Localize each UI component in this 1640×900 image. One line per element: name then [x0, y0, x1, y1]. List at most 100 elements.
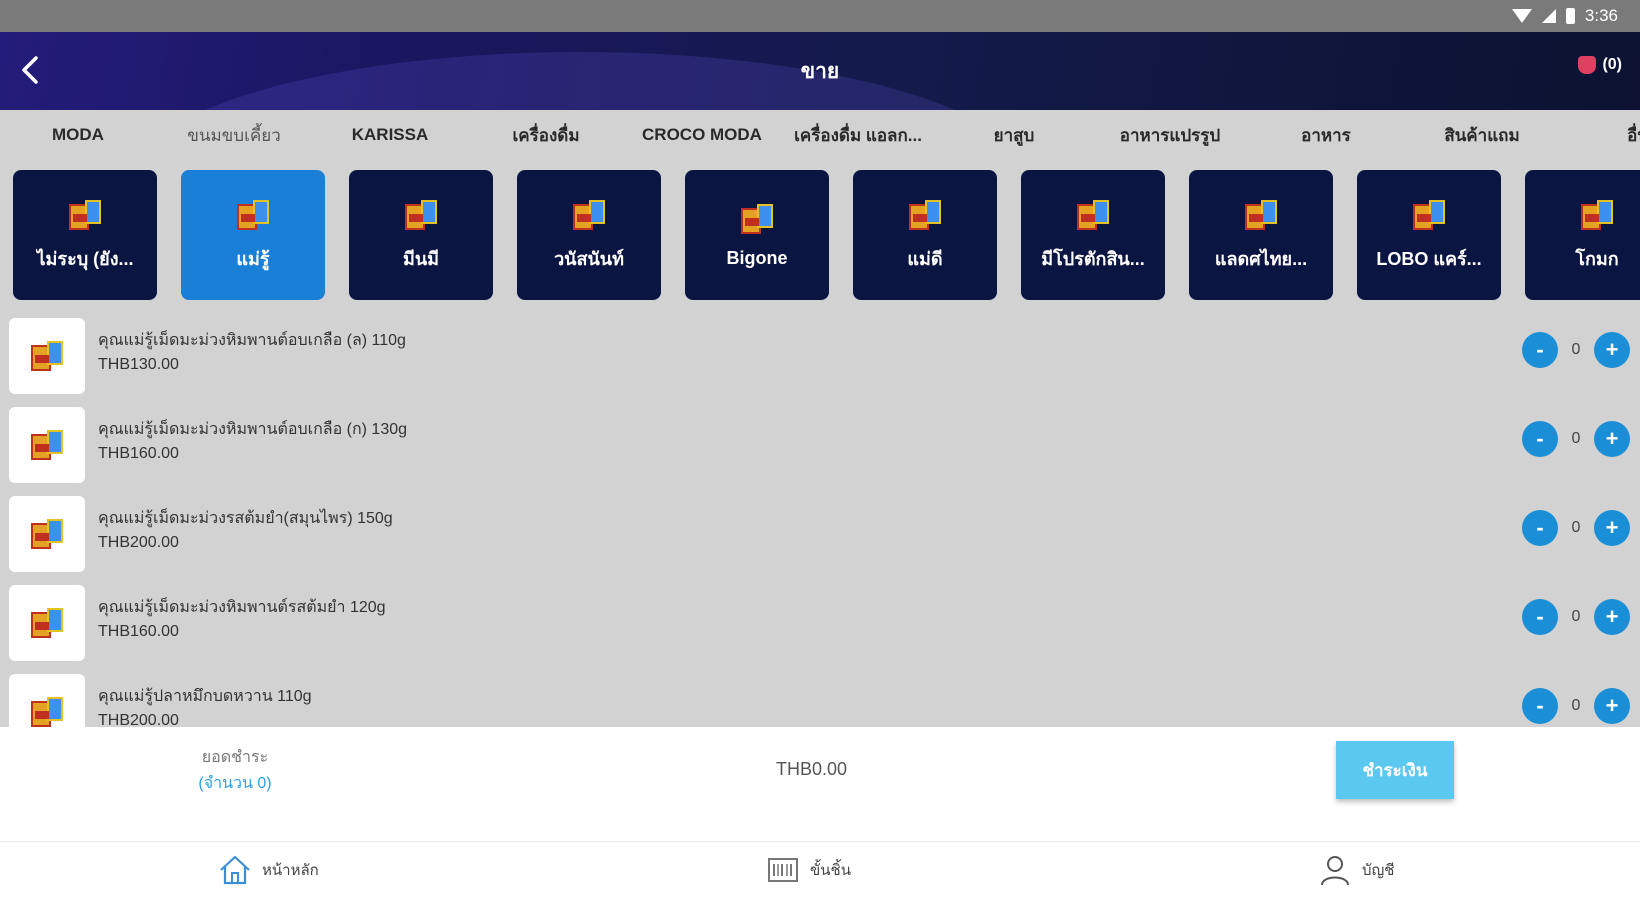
home-icon [220, 855, 250, 885]
tab-croco-moda[interactable]: CROCO MODA [624, 125, 780, 145]
product-image [9, 585, 85, 661]
brand-logo-icon [1411, 198, 1447, 232]
brand-name: วนัสนันท์ [554, 248, 624, 269]
increase-button[interactable]: + [1594, 688, 1630, 724]
page-title: ขาย [800, 59, 840, 83]
decrease-button[interactable]: - [1522, 332, 1558, 368]
status-time: 3:36 [1584, 6, 1618, 25]
quantity-stepper: - 0 + [1522, 510, 1630, 546]
decrease-button[interactable]: - [1522, 421, 1558, 457]
product-image [9, 674, 85, 727]
increase-button[interactable]: + [1594, 510, 1630, 546]
product-list: คุณแม่รู้เม็ดมะม่วงหิมพานต์อบเกลือ (ล) 1… [0, 310, 1640, 727]
quantity-value: 0 [1571, 341, 1581, 358]
brand-logo-icon [1243, 198, 1279, 232]
tab-karissa[interactable]: KARISSA [312, 125, 468, 145]
increase-button[interactable]: + [1594, 599, 1630, 635]
status-bar: 3:36 [0, 0, 1640, 32]
product-row[interactable]: คุณแม่รู้เม็ดมะม่วงหิมพานต์อบเกลือ (ก) 1… [0, 399, 1640, 488]
tab-drinks[interactable]: เครื่องดื่ม [468, 122, 624, 149]
decrease-button[interactable]: - [1522, 599, 1558, 635]
increase-button[interactable]: + [1594, 421, 1630, 457]
product-price: THB200.00 [98, 534, 179, 551]
quantity-stepper: - 0 + [1522, 332, 1630, 368]
bottom-nav: หน้าหลัก ขั้นชิ้น บัญชี [0, 843, 1640, 900]
signal-icon [1541, 9, 1556, 23]
nav-account[interactable]: บัญชี [1318, 853, 1394, 887]
brand-logo-icon [235, 198, 271, 232]
quantity-value: 0 [1571, 697, 1581, 714]
brand-name: ไม่ระบุ (ยัง... [36, 248, 134, 269]
decrease-button[interactable]: - [1522, 510, 1558, 546]
brand-name: โกมก [1575, 248, 1619, 269]
tab-tobacco[interactable]: ยาสูบ [936, 122, 1092, 149]
product-row[interactable]: คุณแม่รู้เม็ดมะม่วงหิมพานต์รสต้มยำ 120g … [0, 577, 1640, 666]
brand-name: LOBO แคร์... [1376, 248, 1482, 269]
brand-name: มีนมี [402, 248, 440, 269]
quantity-stepper: - 0 + [1522, 688, 1630, 724]
brand-card[interactable]: แม่ดี [853, 170, 997, 300]
brand-logo-icon [571, 198, 607, 232]
tab-alcohol[interactable]: เครื่องดื่ม แอลก... [780, 122, 936, 149]
total-amount: THB0.00 [776, 759, 848, 779]
nav-register[interactable]: ขั้นชิ้น [766, 853, 851, 887]
product-price: THB160.00 [98, 445, 179, 462]
nav-home[interactable]: หน้าหลัก [218, 853, 319, 887]
brand-card[interactable]: แลดศไทย... [1189, 170, 1333, 300]
brand-card[interactable]: ไม่ระบุ (ยัง... [13, 170, 157, 300]
product-logo-icon [29, 606, 65, 640]
product-logo-icon [29, 695, 65, 727]
total-label: ยอดชำระ [201, 749, 269, 766]
product-price: THB160.00 [98, 623, 179, 640]
product-name: คุณแม่รู้เม็ดมะม่วงหิมพานต์รสต้มยำ 120g [98, 599, 386, 616]
tab-snacks[interactable]: ขนมขบเคี้ยว [156, 122, 312, 149]
product-name: คุณแม่รู้เม็ดมะม่วงรสต้มยำ(สมุนไพร) 150g [98, 510, 393, 527]
barcode-icon [768, 858, 798, 882]
quantity-value: 0 [1571, 430, 1581, 447]
battery-icon [1565, 8, 1575, 24]
brand-logo-icon [67, 198, 103, 232]
chevron-left-icon [22, 56, 38, 84]
brand-card[interactable]: LOBO แคร์... [1357, 170, 1501, 300]
checkout-summary: ยอดชำระ (จำนวน 0) THB0.00 ชำระเงิน [0, 727, 1640, 842]
product-logo-icon [29, 339, 65, 373]
tab-other[interactable]: อื่น [1560, 122, 1640, 149]
brand-logo-icon [403, 198, 439, 232]
brand-logo-icon [907, 198, 943, 232]
quantity-value: 0 [1571, 519, 1581, 536]
back-button[interactable] [12, 52, 48, 88]
product-name: คุณแม่รู้ปลาหมึกบดหวาน 110g [98, 688, 312, 705]
increase-button[interactable]: + [1594, 332, 1630, 368]
tab-food[interactable]: อาหาร [1248, 122, 1404, 149]
product-logo-icon [29, 428, 65, 462]
product-image [9, 318, 85, 394]
pay-button[interactable]: ชำระเงิน [1336, 741, 1454, 799]
brand-name: มีโปรตักสิน... [1041, 248, 1145, 269]
brand-card[interactable]: Bigone [685, 170, 829, 300]
nav-account-label: บัญชี [1362, 862, 1395, 879]
brand-card[interactable]: โกมก [1525, 170, 1640, 300]
tab-freebies[interactable]: สินค้าแถม [1404, 122, 1560, 149]
tab-moda[interactable]: MODA [0, 125, 156, 145]
product-image [9, 496, 85, 572]
brand-card[interactable]: วนัสนันท์ [517, 170, 661, 300]
brand-logo-icon [1075, 198, 1111, 232]
brand-card[interactable]: มีนมี [349, 170, 493, 300]
decrease-button[interactable]: - [1522, 688, 1558, 724]
brand-name: แม่ดี [907, 248, 943, 269]
app-header: ขาย (0) [0, 32, 1640, 110]
user-icon [1321, 856, 1349, 886]
brand-card[interactable]: มีโปรตักสิน... [1021, 170, 1165, 300]
brand-logo-icon [1579, 198, 1615, 232]
tab-processed-food[interactable]: อาหารแปรรูป [1092, 122, 1248, 149]
product-row[interactable]: คุณแม่รู้เม็ดมะม่วงหิมพานต์อบเกลือ (ล) 1… [0, 310, 1640, 399]
cart-button[interactable]: (0) [1578, 56, 1622, 74]
product-logo-icon [29, 517, 65, 551]
product-row[interactable]: คุณแม่รู้ปลาหมึกบดหวาน 110g THB200.00 - … [0, 666, 1640, 727]
quantity-value: 0 [1571, 608, 1581, 625]
product-row[interactable]: คุณแม่รู้เม็ดมะม่วงรสต้มยำ(สมุนไพร) 150g… [0, 488, 1640, 577]
wifi-icon [1511, 9, 1532, 23]
brand-card-selected[interactable]: แม่รู้ [181, 170, 325, 300]
brand-logo-icon [739, 202, 775, 236]
product-name: คุณแม่รู้เม็ดมะม่วงหิมพานต์อบเกลือ (ล) 1… [98, 332, 406, 349]
